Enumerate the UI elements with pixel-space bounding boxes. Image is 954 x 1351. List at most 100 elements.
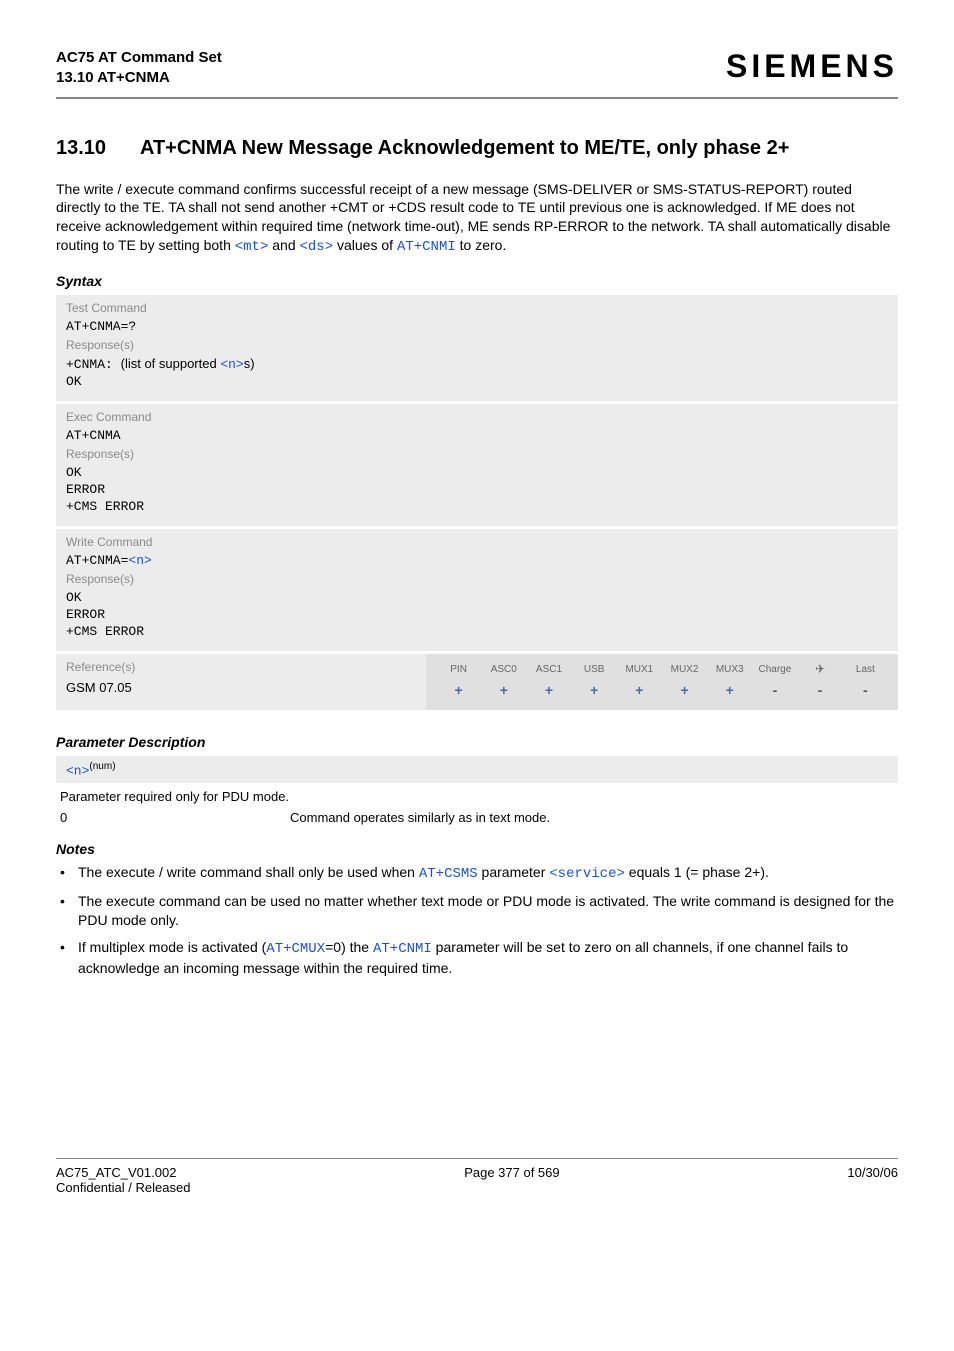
note-3: • If multiplex mode is activated (AT+CMU…: [60, 938, 898, 978]
exec-command-label: Exec Command: [66, 410, 888, 424]
note-3-text: If multiplex mode is activated (AT+CMUX=…: [78, 938, 898, 978]
footer-rule: [56, 1158, 898, 1159]
reference-value: GSM 07.05: [66, 680, 426, 695]
val-asc1: +: [526, 678, 571, 702]
reference-label: Reference(s): [66, 660, 426, 674]
header-left: AC75 AT Command Set 13.10 AT+CNMA: [56, 48, 222, 89]
reference-left: Reference(s) GSM 07.05: [66, 660, 426, 702]
param-mt-link[interactable]: <mt>: [235, 239, 269, 255]
page-header: AC75 AT Command Set 13.10 AT+CNMA SIEMEN…: [56, 48, 898, 89]
intro-and: and: [268, 237, 299, 253]
write-ok: OK: [66, 590, 888, 605]
section-title-text: AT+CNMA New Message Acknowledgement to M…: [140, 137, 898, 160]
footer-center: Page 377 of 569: [464, 1165, 559, 1180]
param-desc-heading: Parameter Description: [56, 734, 898, 750]
brand-logo: SIEMENS: [726, 48, 898, 85]
exec-response-label: Response(s): [66, 447, 888, 461]
val-asc0: +: [481, 678, 526, 702]
reference-table: PIN ASC0 ASC1 USB MUX1 MUX2 MUX3 Charge …: [436, 660, 888, 702]
param-n-box: <n>(num): [56, 756, 898, 783]
write-cmd-prefix: AT+CNMA=: [66, 553, 128, 568]
val-mux3: +: [707, 678, 752, 702]
note-2: • The execute command can be used no mat…: [60, 892, 898, 930]
bullet-icon: •: [60, 938, 78, 978]
col-asc1: ASC1: [526, 660, 571, 678]
doc-section-ref: 13.10 AT+CNMA: [56, 68, 222, 88]
section-heading: 13.10 AT+CNMA New Message Acknowledgemen…: [56, 137, 898, 160]
test-resp-suffix: s): [244, 356, 255, 371]
test-command-cmd: AT+CNMA=?: [66, 319, 888, 334]
write-command-label: Write Command: [66, 535, 888, 549]
col-charge: Charge: [752, 660, 797, 678]
intro-text-2: values of: [333, 237, 397, 253]
note-1: • The execute / write command shall only…: [60, 863, 898, 884]
test-resp-text: (list of supported: [121, 356, 221, 371]
reference-value-row: + + + + + + + - - -: [436, 678, 888, 702]
footer-left: AC75_ATC_V01.002: [56, 1165, 176, 1180]
val-last: -: [843, 678, 888, 702]
val-mux2: +: [662, 678, 707, 702]
note-2-text: The execute command can be used no matte…: [78, 892, 898, 930]
param-ds-link[interactable]: <ds>: [300, 239, 334, 255]
write-error: ERROR: [66, 607, 888, 622]
write-command-cmd: AT+CNMA=<n>: [66, 553, 888, 568]
col-mux2: MUX2: [662, 660, 707, 678]
intro-text-3: to zero.: [456, 237, 507, 253]
val-mux1: +: [617, 678, 662, 702]
col-asc0: ASC0: [481, 660, 526, 678]
col-pin: PIN: [436, 660, 481, 678]
param-n-sup: (num): [89, 761, 115, 772]
bullet-icon: •: [60, 863, 78, 884]
reference-header-row: PIN ASC0 ASC1 USB MUX1 MUX2 MUX3 Charge …: [436, 660, 888, 678]
write-response-label: Response(s): [66, 572, 888, 586]
write-command-block: Write Command AT+CNMA=<n> Response(s) OK…: [56, 529, 898, 652]
exec-cms-error: +CMS ERROR: [66, 499, 888, 514]
doc-title: AC75 AT Command Set: [56, 48, 222, 68]
footer-confidential: Confidential / Released: [56, 1180, 898, 1195]
val-usb: +: [572, 678, 617, 702]
exec-command-cmd: AT+CNMA: [66, 428, 888, 443]
service-link[interactable]: <service>: [549, 866, 625, 882]
page-footer: AC75_ATC_V01.002 Page 377 of 569 10/30/0…: [56, 1165, 898, 1180]
col-usb: USB: [572, 660, 617, 678]
test-resp-prefix: +CNMA:: [66, 357, 121, 372]
exec-command-block: Exec Command AT+CNMA Response(s) OK ERRO…: [56, 404, 898, 527]
param-n-label[interactable]: <n>: [66, 763, 89, 778]
param-row-val: Command operates similarly as in text mo…: [290, 810, 550, 825]
write-cmd-n[interactable]: <n>: [128, 553, 151, 568]
cnmi-link[interactable]: AT+CNMI: [397, 239, 456, 255]
exec-error: ERROR: [66, 482, 888, 497]
val-airplane: -: [798, 678, 843, 702]
reference-right: PIN ASC0 ASC1 USB MUX1 MUX2 MUX3 Charge …: [426, 654, 898, 710]
reference-block: Reference(s) GSM 07.05 PIN ASC0 ASC1 USB…: [56, 654, 898, 710]
val-charge: -: [752, 678, 797, 702]
exec-ok: OK: [66, 465, 888, 480]
test-response-line: +CNMA: (list of supported <n>s): [66, 356, 888, 372]
notes-heading: Notes: [56, 841, 898, 857]
test-ok: OK: [66, 374, 888, 389]
section-number: 13.10: [56, 137, 140, 160]
param-n-desc: Parameter required only for PDU mode.: [60, 789, 898, 804]
param-row-0: 0 Command operates similarly as in text …: [60, 810, 898, 825]
intro-paragraph: The write / execute command confirms suc…: [56, 180, 898, 258]
csms-link[interactable]: AT+CSMS: [419, 866, 478, 882]
test-command-label: Test Command: [66, 301, 888, 315]
test-command-block: Test Command AT+CNMA=? Response(s) +CNMA…: [56, 295, 898, 402]
test-resp-n[interactable]: <n>: [220, 357, 243, 372]
col-airplane: ✈: [798, 660, 843, 678]
cmux-link[interactable]: AT+CMUX: [266, 941, 325, 957]
col-mux1: MUX1: [617, 660, 662, 678]
write-cms-error: +CMS ERROR: [66, 624, 888, 639]
val-pin: +: [436, 678, 481, 702]
footer-right: 10/30/06: [847, 1165, 898, 1180]
col-mux3: MUX3: [707, 660, 752, 678]
test-response-label: Response(s): [66, 338, 888, 352]
col-last: Last: [843, 660, 888, 678]
note-1-text: The execute / write command shall only b…: [78, 863, 769, 884]
header-rule: [56, 97, 898, 99]
param-row-key: 0: [60, 810, 290, 825]
notes-list: • The execute / write command shall only…: [56, 863, 898, 977]
airplane-icon: ✈: [815, 662, 825, 676]
cnmi-link-2[interactable]: AT+CNMI: [373, 941, 432, 957]
bullet-icon: •: [60, 892, 78, 930]
